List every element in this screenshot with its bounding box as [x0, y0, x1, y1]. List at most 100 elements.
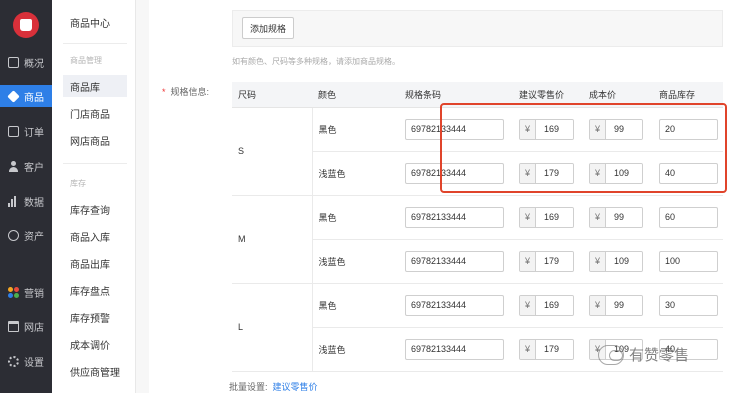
spec-hint: 如有颜色、尺码等多种规格，请添加商品规格。	[232, 57, 400, 66]
nav-webshop-label: 网店	[24, 322, 44, 334]
required-mark: *	[162, 87, 166, 97]
subnav-goods-center[interactable]: 商品中心	[63, 11, 127, 33]
main-content: 添加规格 如有颜色、尺码等多种规格，请添加商品规格。 * 规格信息: 尺码 颜色 …	[137, 0, 730, 393]
user-icon	[8, 160, 19, 172]
barcode-input[interactable]: 69782133444	[405, 206, 504, 228]
cost-price-input[interactable]: ¥99	[589, 294, 643, 316]
cost-price-input[interactable]: ¥109	[589, 250, 643, 272]
monitor-icon	[8, 56, 19, 68]
currency-symbol: ¥	[520, 207, 536, 227]
barcode-input[interactable]: 69782133444	[405, 294, 504, 316]
nav-marketing-label: 营销	[24, 288, 44, 300]
retail-price-value: 179	[536, 251, 573, 271]
currency-symbol: ¥	[520, 251, 536, 271]
highlight-annotation	[440, 103, 727, 193]
currency-symbol: ¥	[590, 251, 606, 271]
nav-goods-label: 商品	[24, 92, 44, 104]
subnav-divider	[63, 163, 127, 164]
nav-data[interactable]: 数据	[0, 190, 52, 212]
subnav-item-goods-library[interactable]: 商品库	[63, 75, 127, 97]
currency-symbol: ¥	[520, 339, 536, 359]
bulk-settings: 批量设置: 建议零售价	[229, 380, 318, 393]
barcode-input[interactable]: 69782133444	[405, 250, 504, 272]
subnav-item-stocktake[interactable]: 库存盘点	[63, 279, 127, 301]
subnav-item-store-goods[interactable]: 门店商品	[63, 102, 127, 124]
order-icon	[8, 125, 19, 137]
color-cell: 浅蓝色	[312, 151, 399, 196]
color-cell: 黑色	[312, 195, 399, 240]
nav-customers-label: 客户	[24, 162, 44, 174]
stock-input[interactable]: 60	[659, 206, 718, 228]
subnav-item-supplier-management[interactable]: 供应商管理	[63, 360, 127, 382]
color-cell: 黑色	[312, 107, 399, 152]
spec-card: 添加规格 如有颜色、尺码等多种规格，请添加商品规格。 * 规格信息: 尺码 颜色 …	[149, 0, 730, 393]
spec-box: 添加规格	[232, 10, 723, 47]
subnav-group-inventory: 库存	[70, 179, 86, 188]
nav-webshop[interactable]: 网店	[0, 315, 52, 337]
spec-info-label-text: 规格信息:	[170, 87, 210, 97]
color-cell: 黑色	[312, 283, 399, 328]
nav-orders[interactable]: 订单	[0, 120, 52, 142]
barcode-input[interactable]: 69782133444	[405, 338, 504, 360]
gear-icon	[8, 355, 19, 367]
watermark-text: 有赞零售	[629, 347, 690, 364]
watermark: 有赞零售	[598, 344, 689, 365]
retail-price-input[interactable]: ¥169	[519, 294, 574, 316]
nav-settings-label: 设置	[24, 357, 44, 369]
table-row: L 黑色 69782133444 ¥169 ¥99 30	[232, 283, 723, 372]
subnav-item-stock-in[interactable]: 商品入库	[63, 225, 127, 247]
cost-price-value: 109	[606, 251, 642, 271]
tag-icon	[7, 89, 20, 103]
currency-symbol: ¥	[590, 295, 606, 315]
nav-overview-label: 概况	[24, 58, 44, 70]
nav-overview[interactable]: 概况	[0, 51, 52, 73]
thumbs-up-logo-icon[interactable]	[13, 12, 39, 38]
cost-price-input[interactable]: ¥99	[589, 206, 643, 228]
cost-price-value: 99	[606, 207, 642, 227]
spec-info-label: * 规格信息:	[162, 85, 209, 98]
color-cell: 浅蓝色	[312, 239, 399, 284]
nav-goods[interactable]: 商品	[0, 85, 52, 107]
shop-icon	[8, 320, 19, 332]
subnav-item-stock-alert[interactable]: 库存预警	[63, 306, 127, 328]
add-spec-button[interactable]: 添加规格	[242, 17, 294, 39]
table-row: M 黑色 69782133444 ¥169 ¥99 60	[232, 195, 723, 284]
nav-settings[interactable]: 设置	[0, 350, 52, 372]
subnav-item-online-goods[interactable]: 网店商品	[63, 129, 127, 151]
apps-icon	[8, 286, 19, 298]
subnav-item-cost-adjust[interactable]: 成本调价	[63, 333, 127, 355]
col-header-color: 颜色	[312, 82, 399, 108]
retail-price-input[interactable]: ¥169	[519, 206, 574, 228]
bulk-settings-label: 批量设置:	[229, 382, 268, 392]
nav-orders-label: 订单	[24, 127, 44, 139]
color-cell: 浅蓝色	[312, 327, 399, 372]
retail-price-input[interactable]: ¥179	[519, 338, 574, 360]
primary-sidebar: 概况 商品 订单 客户 数据 资产 营销 网店 设置	[0, 0, 52, 393]
nav-assets-label: 资产	[24, 231, 44, 243]
size-cell: S	[232, 107, 313, 196]
retail-price-input[interactable]: ¥179	[519, 250, 574, 272]
subnav-group-goods-management: 商品管理	[70, 56, 102, 65]
currency-symbol: ¥	[590, 207, 606, 227]
nav-assets[interactable]: 资产	[0, 224, 52, 246]
subnav-divider	[63, 43, 127, 44]
bar-chart-icon	[8, 195, 19, 207]
retail-price-value: 169	[536, 207, 573, 227]
col-header-size: 尺码	[232, 82, 312, 108]
nav-customers[interactable]: 客户	[0, 155, 52, 177]
stock-input[interactable]: 30	[659, 294, 718, 316]
yen-icon	[8, 229, 19, 241]
subnav-item-stock-out[interactable]: 商品出库	[63, 252, 127, 274]
currency-symbol: ¥	[520, 295, 536, 315]
bulk-retail-price-link[interactable]: 建议零售价	[273, 382, 318, 392]
wechat-icon	[598, 344, 624, 365]
nav-marketing[interactable]: 营销	[0, 281, 52, 303]
retail-price-value: 169	[536, 295, 573, 315]
nav-data-label: 数据	[24, 197, 44, 209]
secondary-sidebar: 商品中心 商品管理 商品库 门店商品 网店商品 库存 库存查询 商品入库 商品出…	[52, 0, 136, 393]
subnav-item-inventory-query[interactable]: 库存查询	[63, 198, 127, 220]
stock-input[interactable]: 100	[659, 250, 718, 272]
size-cell: M	[232, 195, 313, 284]
retail-price-value: 179	[536, 339, 573, 359]
size-cell: L	[232, 283, 313, 372]
